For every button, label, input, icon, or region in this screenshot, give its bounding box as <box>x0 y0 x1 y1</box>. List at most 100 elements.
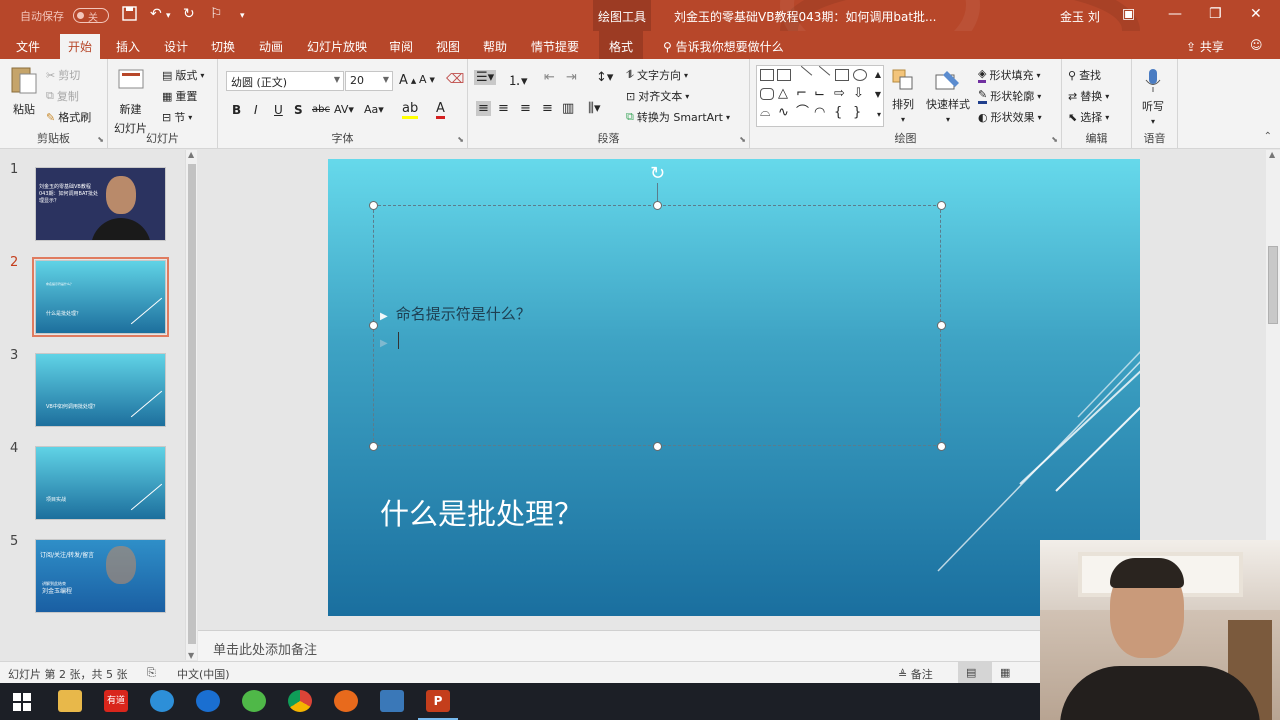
font-color-icon[interactable]: A <box>436 101 445 119</box>
shape-fill-button[interactable]: ◈ 形状填充 ▾ <box>978 67 1040 83</box>
justify-icon[interactable]: ≡ <box>542 101 553 116</box>
notes-toggle[interactable]: ≜ 备注 <box>898 666 933 682</box>
share-button[interactable]: ⇪ 共享 <box>1186 38 1224 55</box>
font-size-select[interactable]: 20 ▼ <box>345 71 393 91</box>
line-spacing-icon[interactable]: ↕▾ <box>596 70 613 85</box>
tab-slideshow[interactable]: 幻灯片放映 <box>307 38 367 55</box>
font-launcher-icon[interactable]: ⬊ <box>457 135 464 144</box>
firefox-icon[interactable] <box>334 690 358 712</box>
gallery-more-icon[interactable]: ▾ <box>877 110 881 119</box>
reset-button[interactable]: ▦ 重置 <box>162 88 197 104</box>
layout-button[interactable]: ▤ 版式 ▾ <box>162 67 204 83</box>
strikethrough-icon[interactable]: abc <box>312 104 330 115</box>
gallery-scroll-up-icon[interactable]: ▲ <box>875 70 881 79</box>
save-icon[interactable] <box>122 6 137 25</box>
scroll-up-icon[interactable]: ▲ <box>188 150 194 159</box>
smartart-button[interactable]: ⧉ 转换为 SmartArt ▾ <box>626 109 730 125</box>
freeform-shape[interactable]: ⌓ <box>760 106 774 119</box>
font-name-select[interactable]: 幼圆 (正文) ▼ <box>226 71 344 91</box>
tab-review[interactable]: 审阅 <box>389 38 413 55</box>
tab-home[interactable]: 开始 <box>60 34 101 59</box>
clear-formatting-icon[interactable]: ⌫ <box>446 72 464 87</box>
right-brace-shape[interactable]: } <box>853 106 867 119</box>
shape-effects-button[interactable]: ◐ 形状效果 ▾ <box>978 109 1042 125</box>
thumbnail-scrollbar[interactable]: ▲ ▼ <box>185 150 197 660</box>
current-slide[interactable]: ↻ ▶ 命名提示符是什么？ ▶ 什么是批处理？ <box>328 159 1140 616</box>
resize-handle-e[interactable] <box>937 321 946 330</box>
arrange-button[interactable]: 排列 ▾ <box>890 67 916 124</box>
arrow-shape[interactable] <box>811 65 831 85</box>
scroll-down-icon[interactable]: ▼ <box>188 651 194 660</box>
rounded-rect-shape[interactable] <box>760 88 774 100</box>
select-button[interactable]: ⬉ 选择 ▾ <box>1068 109 1109 125</box>
align-center-icon[interactable]: ≡ <box>498 101 509 116</box>
tab-design[interactable]: 设计 <box>164 38 188 55</box>
tab-view[interactable]: 视图 <box>436 38 460 55</box>
tell-me-box[interactable]: ⚲ 告诉我你想要做什么 <box>663 38 784 55</box>
tab-storyboarding[interactable]: 情节提要 <box>531 38 579 55</box>
resize-handle-w[interactable] <box>369 321 378 330</box>
ie-icon[interactable] <box>150 690 174 712</box>
start-from-beginning-icon[interactable]: ⚐ <box>210 6 223 22</box>
chrome-icon[interactable] <box>288 690 312 712</box>
numbering-icon[interactable]: ⒈▾ <box>508 70 528 89</box>
thumbnail-scrollbar-thumb[interactable] <box>188 164 196 644</box>
line-shape[interactable] <box>793 65 813 85</box>
notes-pane[interactable]: 单击此处添加备注 <box>198 630 1040 661</box>
clipboard-launcher-icon[interactable]: ⬊ <box>97 135 104 144</box>
resize-handle-s[interactable] <box>653 442 662 451</box>
undo-icon[interactable]: ↶ <box>150 6 162 22</box>
section-button[interactable]: ⊟ 节 ▾ <box>162 109 192 125</box>
quick-styles-button[interactable]: 快速样式 ▾ <box>926 67 970 124</box>
decrease-indent-icon[interactable]: ⇤ <box>544 70 555 85</box>
distributed-icon[interactable]: ▥ <box>562 101 574 116</box>
customize-toolbar-icon[interactable]: ▾ <box>240 11 245 21</box>
columns-icon[interactable]: ⫼▾ <box>588 101 601 116</box>
close-icon[interactable]: ✕ <box>1250 6 1262 22</box>
slide-thumbnail-2[interactable]: 命名提示符是什么？ 什么是批处理？ <box>32 257 169 337</box>
redo-icon[interactable]: ↻ <box>183 6 195 22</box>
text-shadow-icon[interactable]: S <box>294 103 303 117</box>
tab-help[interactable]: 帮助 <box>483 38 507 55</box>
tab-file[interactable]: 文件 <box>16 38 40 55</box>
gallery-scroll-down-icon[interactable]: ▼ <box>875 90 881 99</box>
dictate-button[interactable]: 听写 ▾ <box>1142 67 1164 126</box>
bullet-item-empty[interactable]: ▶ <box>380 332 396 350</box>
slide-thumbnail-4[interactable]: 项目实战 <box>35 446 166 520</box>
autosave-toggle[interactable]: 关 <box>73 8 109 24</box>
oval-shape[interactable] <box>853 69 867 81</box>
highlight-icon[interactable]: ab <box>402 101 419 119</box>
file-explorer-icon[interactable] <box>58 690 82 712</box>
connector-shape[interactable]: ⌐ <box>796 87 810 100</box>
spell-check-icon[interactable]: ⎘ <box>147 666 156 680</box>
bullets-icon[interactable]: ☰▾ <box>474 70 497 85</box>
paste-button[interactable]: 粘贴 <box>8 65 40 117</box>
resize-handle-sw[interactable] <box>369 442 378 451</box>
slide-scrollbar-thumb[interactable] <box>1268 246 1278 324</box>
shape-outline-button[interactable]: ✎ 形状轮廓 ▾ <box>978 88 1041 104</box>
textbox-shape[interactable] <box>760 69 774 81</box>
arc-shape[interactable]: ◠ <box>814 106 828 119</box>
change-case-icon[interactable]: Aa▾ <box>364 103 384 116</box>
drawing-launcher-icon[interactable]: ⬊ <box>1051 135 1058 144</box>
tab-format[interactable]: 格式 <box>599 31 644 59</box>
scroll-up-icon[interactable]: ▲ <box>1269 150 1275 159</box>
increase-indent-icon[interactable]: ⇥ <box>566 70 577 85</box>
copy-button[interactable]: ⧉ 复制 <box>46 88 79 104</box>
minimize-icon[interactable]: — <box>1168 6 1182 22</box>
align-right-icon[interactable]: ≡ <box>520 101 531 116</box>
bold-icon[interactable]: B <box>232 103 241 117</box>
rotate-handle-icon[interactable]: ↻ <box>650 163 665 184</box>
shrink-font-icon[interactable]: A ▼ <box>419 73 435 86</box>
content-placeholder[interactable] <box>373 205 941 446</box>
windows-start-icon[interactable] <box>13 693 31 711</box>
360-browser-icon[interactable] <box>242 690 266 712</box>
slide-title[interactable]: 什么是批处理？ <box>380 491 583 533</box>
language-indicator[interactable]: 中文(中国) <box>177 666 230 682</box>
align-left-icon[interactable]: ≡ <box>476 101 491 116</box>
left-brace-shape[interactable]: { <box>834 106 848 119</box>
undo-dropdown-icon[interactable]: ▾ <box>166 11 171 21</box>
resize-handle-n[interactable] <box>653 201 662 210</box>
cut-button[interactable]: ✂ 剪切 <box>46 67 80 83</box>
youdao-icon[interactable]: 有道 <box>104 690 128 712</box>
